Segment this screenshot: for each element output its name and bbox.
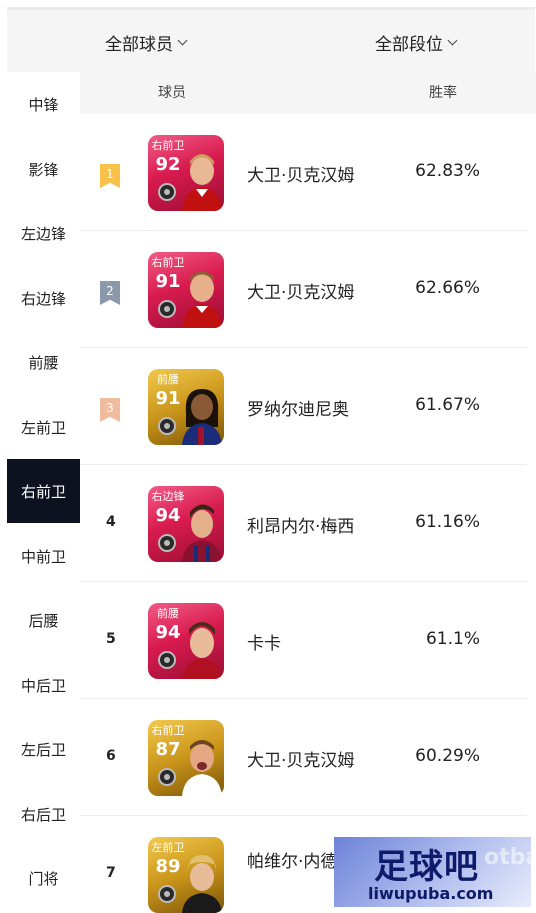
ranking-panel: 球员 胜率 1 右前卫 92 大卫·贝克汉姆 62.83% 2 右前卫 91 大… bbox=[80, 72, 536, 913]
player-portrait-icon bbox=[182, 622, 222, 679]
sidebar-item-label: 左后卫 bbox=[20, 740, 66, 759]
sidebar-item-cb[interactable]: 中后卫 bbox=[7, 653, 80, 717]
club-badge-icon bbox=[158, 183, 176, 201]
rank-number: 4 bbox=[106, 514, 116, 530]
player-name: 大卫·贝克汉姆 bbox=[247, 751, 355, 771]
rank-filter-label: 全部段位 bbox=[375, 35, 443, 55]
rank-number: 5 bbox=[106, 631, 116, 647]
club-badge-icon bbox=[158, 300, 176, 318]
player-portrait-icon bbox=[182, 855, 222, 913]
sidebar-item-label: 门将 bbox=[28, 869, 59, 888]
sidebar-item-label: 前腰 bbox=[28, 353, 59, 372]
sidebar-item-label: 右边锋 bbox=[20, 289, 66, 308]
sidebar-item-label: 右前卫 bbox=[20, 482, 66, 501]
sidebar-item-cf[interactable]: 中锋 bbox=[7, 72, 80, 136]
player-card[interactable]: 前腰 94 bbox=[148, 603, 224, 679]
sidebar-item-rmf[interactable]: 右前卫 bbox=[7, 459, 80, 523]
player-card[interactable]: 右边锋 94 bbox=[148, 486, 224, 562]
chevron-down-icon bbox=[447, 35, 458, 46]
club-badge-icon bbox=[158, 885, 176, 903]
watermark-faint-text: otba bbox=[484, 845, 531, 870]
win-rate: 61.1% bbox=[425, 629, 480, 649]
chevron-down-icon bbox=[177, 35, 188, 46]
player-name: 大卫·贝克汉姆 bbox=[247, 283, 355, 303]
player-name: 利昂内尔·梅西 bbox=[247, 517, 355, 537]
sidebar-item-gk[interactable]: 门将 bbox=[7, 846, 80, 910]
win-rate: 62.66% bbox=[415, 278, 480, 298]
win-rate: 61.67% bbox=[415, 395, 480, 415]
table-row[interactable]: 4 右边锋 94 利昂内尔·梅西 61.16% bbox=[80, 465, 527, 582]
player-name: 卡卡 bbox=[247, 634, 281, 654]
player-portrait-icon bbox=[182, 389, 222, 445]
table-row[interactable]: 3 前腰 91 罗纳尔迪尼奥 61.67% bbox=[80, 348, 527, 465]
table-row[interactable]: 5 前腰 94 卡卡 61.1% bbox=[80, 582, 527, 699]
watermark-url: liwupuba.com bbox=[368, 884, 494, 903]
sidebar-item-label: 左边锋 bbox=[20, 224, 66, 243]
sidebar-item-lmf[interactable]: 左前卫 bbox=[7, 395, 80, 459]
sidebar-item-label: 中后卫 bbox=[20, 676, 66, 695]
sidebar-item-cmf[interactable]: 中前卫 bbox=[7, 524, 80, 588]
player-card[interactable]: 右前卫 92 bbox=[148, 135, 224, 211]
sidebar-item-label: 中锋 bbox=[28, 95, 59, 114]
player-name: 罗纳尔迪尼奥 bbox=[247, 400, 349, 420]
player-card[interactable]: 左前卫 89 bbox=[148, 837, 224, 913]
rank-filter-dropdown[interactable]: 全部段位 bbox=[375, 30, 458, 55]
win-rate: 61.16% bbox=[415, 512, 480, 532]
player-portrait-icon bbox=[182, 271, 222, 328]
player-portrait-icon bbox=[182, 154, 222, 211]
player-portrait-icon bbox=[182, 740, 222, 796]
sidebar-item-label: 左前卫 bbox=[20, 418, 66, 437]
player-card[interactable]: 右前卫 91 bbox=[148, 252, 224, 328]
sidebar-item-lwf[interactable]: 左边锋 bbox=[7, 201, 80, 265]
position-sidebar: 中锋 影锋 左边锋 右边锋 前腰 左前卫 右前卫 中前卫 后腰 中后卫 左后卫 … bbox=[7, 72, 80, 913]
watermark-title: 足球吧 bbox=[374, 847, 479, 887]
club-badge-icon bbox=[158, 534, 176, 552]
rank-badge-bronze: 3 bbox=[100, 398, 120, 422]
sidebar-item-ss[interactable]: 影锋 bbox=[7, 137, 80, 201]
sidebar-item-label: 影锋 bbox=[28, 160, 59, 179]
site-watermark: otba 足球吧 liwupuba.com bbox=[334, 837, 531, 907]
table-row[interactable]: 6 右前卫 87 大卫·贝克汉姆 60.29% bbox=[80, 699, 527, 816]
player-portrait-icon bbox=[182, 504, 222, 562]
player-name: 大卫·贝克汉姆 bbox=[247, 166, 355, 186]
column-header-winrate: 胜率 bbox=[429, 85, 457, 101]
sidebar-item-amf[interactable]: 前腰 bbox=[7, 330, 80, 394]
rank-badge-silver: 2 bbox=[100, 281, 120, 305]
win-rate: 62.83% bbox=[415, 161, 480, 181]
players-filter-dropdown[interactable]: 全部球员 bbox=[105, 30, 188, 55]
table-row[interactable]: 2 右前卫 91 大卫·贝克汉姆 62.66% bbox=[80, 231, 527, 348]
sidebar-item-rwf[interactable]: 右边锋 bbox=[7, 266, 80, 330]
player-card[interactable]: 右前卫 87 bbox=[148, 720, 224, 796]
club-badge-icon bbox=[158, 651, 176, 669]
sidebar-item-label: 右后卫 bbox=[20, 805, 66, 824]
sidebar-item-dmf[interactable]: 后腰 bbox=[7, 588, 80, 652]
sidebar-item-rb[interactable]: 右后卫 bbox=[7, 782, 80, 846]
players-filter-label: 全部球员 bbox=[105, 35, 173, 55]
rank-number: 6 bbox=[106, 748, 116, 764]
sidebar-item-label: 后腰 bbox=[28, 611, 59, 630]
sidebar-item-label: 中前卫 bbox=[20, 547, 66, 566]
club-badge-icon bbox=[158, 768, 176, 786]
rank-number: 7 bbox=[106, 865, 116, 881]
column-header-player: 球员 bbox=[158, 85, 186, 101]
rank-badge-gold: 1 bbox=[100, 164, 120, 188]
player-list[interactable]: 1 右前卫 92 大卫·贝克汉姆 62.83% 2 右前卫 91 大卫·贝克汉姆… bbox=[80, 114, 536, 913]
filter-bar: 全部球员 全部段位 bbox=[7, 10, 535, 72]
player-card[interactable]: 前腰 91 bbox=[148, 369, 224, 445]
table-row[interactable]: 1 右前卫 92 大卫·贝克汉姆 62.83% bbox=[80, 114, 527, 231]
win-rate: 60.29% bbox=[415, 746, 480, 766]
sidebar-item-lb[interactable]: 左后卫 bbox=[7, 717, 80, 781]
club-badge-icon bbox=[158, 417, 176, 435]
